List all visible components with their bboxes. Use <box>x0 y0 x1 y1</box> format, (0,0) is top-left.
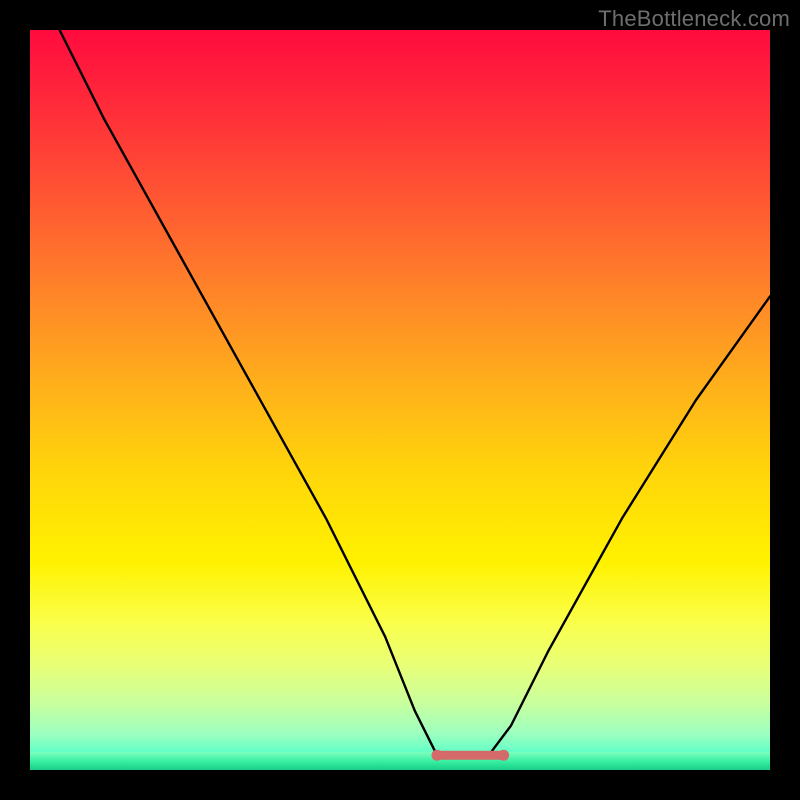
bottleneck-curve <box>60 30 770 755</box>
plot-area <box>30 30 770 770</box>
curve-layer <box>30 30 770 770</box>
optimal-band-background <box>30 752 770 770</box>
watermark-text: TheBottleneck.com <box>598 6 790 32</box>
chart-stage: TheBottleneck.com <box>0 0 800 800</box>
